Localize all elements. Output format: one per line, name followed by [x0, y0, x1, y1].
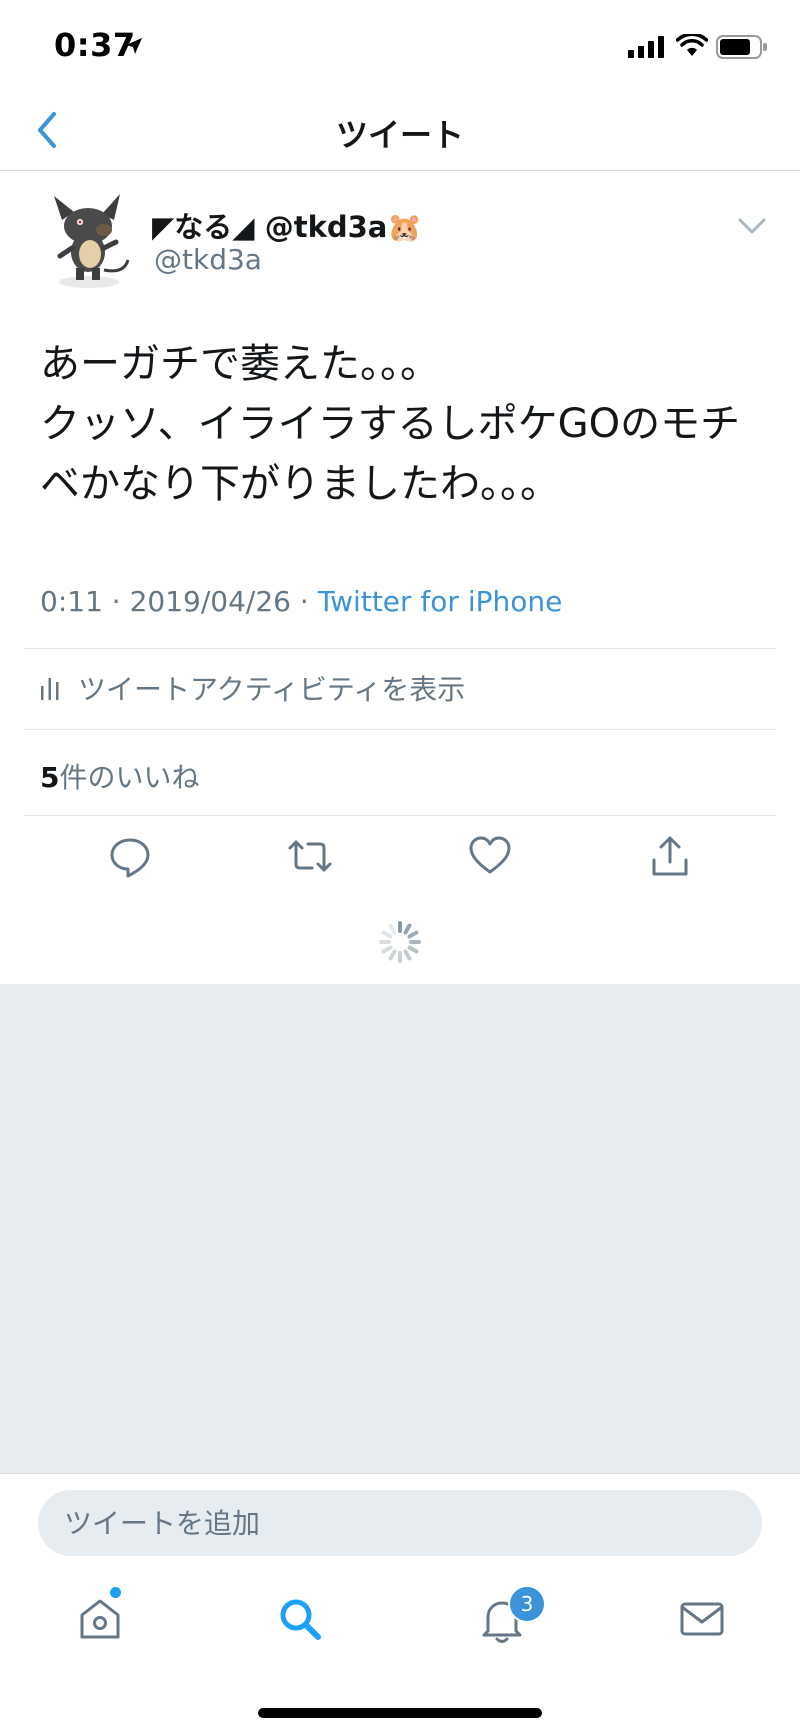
avatar[interactable] — [44, 190, 134, 290]
tab-bar: 3 — [0, 1561, 800, 1731]
battery-icon — [716, 35, 767, 59]
likes-count-link[interactable]: 5件のいいね — [40, 756, 200, 796]
chevron-down-icon — [738, 218, 766, 234]
share-icon — [652, 836, 688, 876]
search-icon — [280, 1599, 321, 1640]
tab-messages[interactable] — [674, 1591, 730, 1647]
cellular-signal-icon — [628, 36, 664, 58]
tab-home[interactable] — [72, 1591, 128, 1647]
heart-icon — [469, 836, 511, 874]
rattata-avatar-image — [54, 194, 130, 288]
likes-count: 5 — [40, 761, 60, 794]
reply-icon — [110, 838, 150, 878]
wifi-icon — [676, 34, 708, 56]
divider — [24, 815, 776, 816]
tweet-activity-link[interactable]: ツイートアクティビティを表示 — [40, 668, 465, 708]
tweet-options-button[interactable] — [736, 214, 768, 238]
home-new-indicator — [110, 1587, 121, 1598]
location-arrow-icon — [126, 38, 142, 54]
tweet-time: 0:11 — [40, 585, 103, 618]
tweet-date: 2019/04/26 — [129, 585, 291, 618]
reply-input[interactable] — [38, 1490, 762, 1556]
hamster-emoji-icon: 🐹 — [387, 211, 423, 244]
likes-label: 件のいいね — [59, 761, 200, 794]
reply-bar — [0, 1473, 800, 1562]
like-button[interactable] — [466, 832, 514, 880]
replies-area — [0, 984, 800, 1473]
display-name-text: ◤なる◢ @tkd3a — [152, 210, 388, 244]
home-icon — [80, 1599, 120, 1639]
navigation-bar: ツイート — [0, 96, 800, 171]
tweet-activity-label: ツイートアクティビティを表示 — [78, 673, 466, 706]
divider — [24, 648, 776, 649]
page-title: ツイート — [335, 116, 464, 154]
retweet-icon — [288, 840, 332, 872]
bar-chart-icon — [41, 678, 59, 700]
tweet-meta: 0:11 · 2019/04/26 · Twitter for iPhone — [40, 585, 562, 618]
user-handle[interactable]: @tkd3a — [154, 243, 262, 276]
reply-button[interactable] — [106, 832, 154, 880]
envelope-icon — [680, 1602, 724, 1636]
display-name[interactable]: ◤なる◢ @tkd3a🐹 — [152, 204, 422, 246]
loading-spinner-icon — [379, 921, 421, 963]
tweet-source-link[interactable]: Twitter for iPhone — [318, 585, 563, 618]
share-button[interactable] — [646, 832, 694, 880]
status-bar: 0:37 — [0, 0, 800, 96]
divider — [24, 729, 776, 730]
retweet-button[interactable] — [286, 832, 334, 880]
tweet-text: あーガチで萎えた。。。 クッソ、イライラするしポケGOのモチベかなり下がりました… — [40, 341, 741, 507]
meta-separator: · — [290, 585, 318, 618]
meta-separator: · — [102, 585, 130, 618]
home-indicator — [258, 1708, 542, 1718]
tab-search[interactable] — [272, 1591, 328, 1647]
notifications-badge: 3 — [508, 1585, 546, 1623]
